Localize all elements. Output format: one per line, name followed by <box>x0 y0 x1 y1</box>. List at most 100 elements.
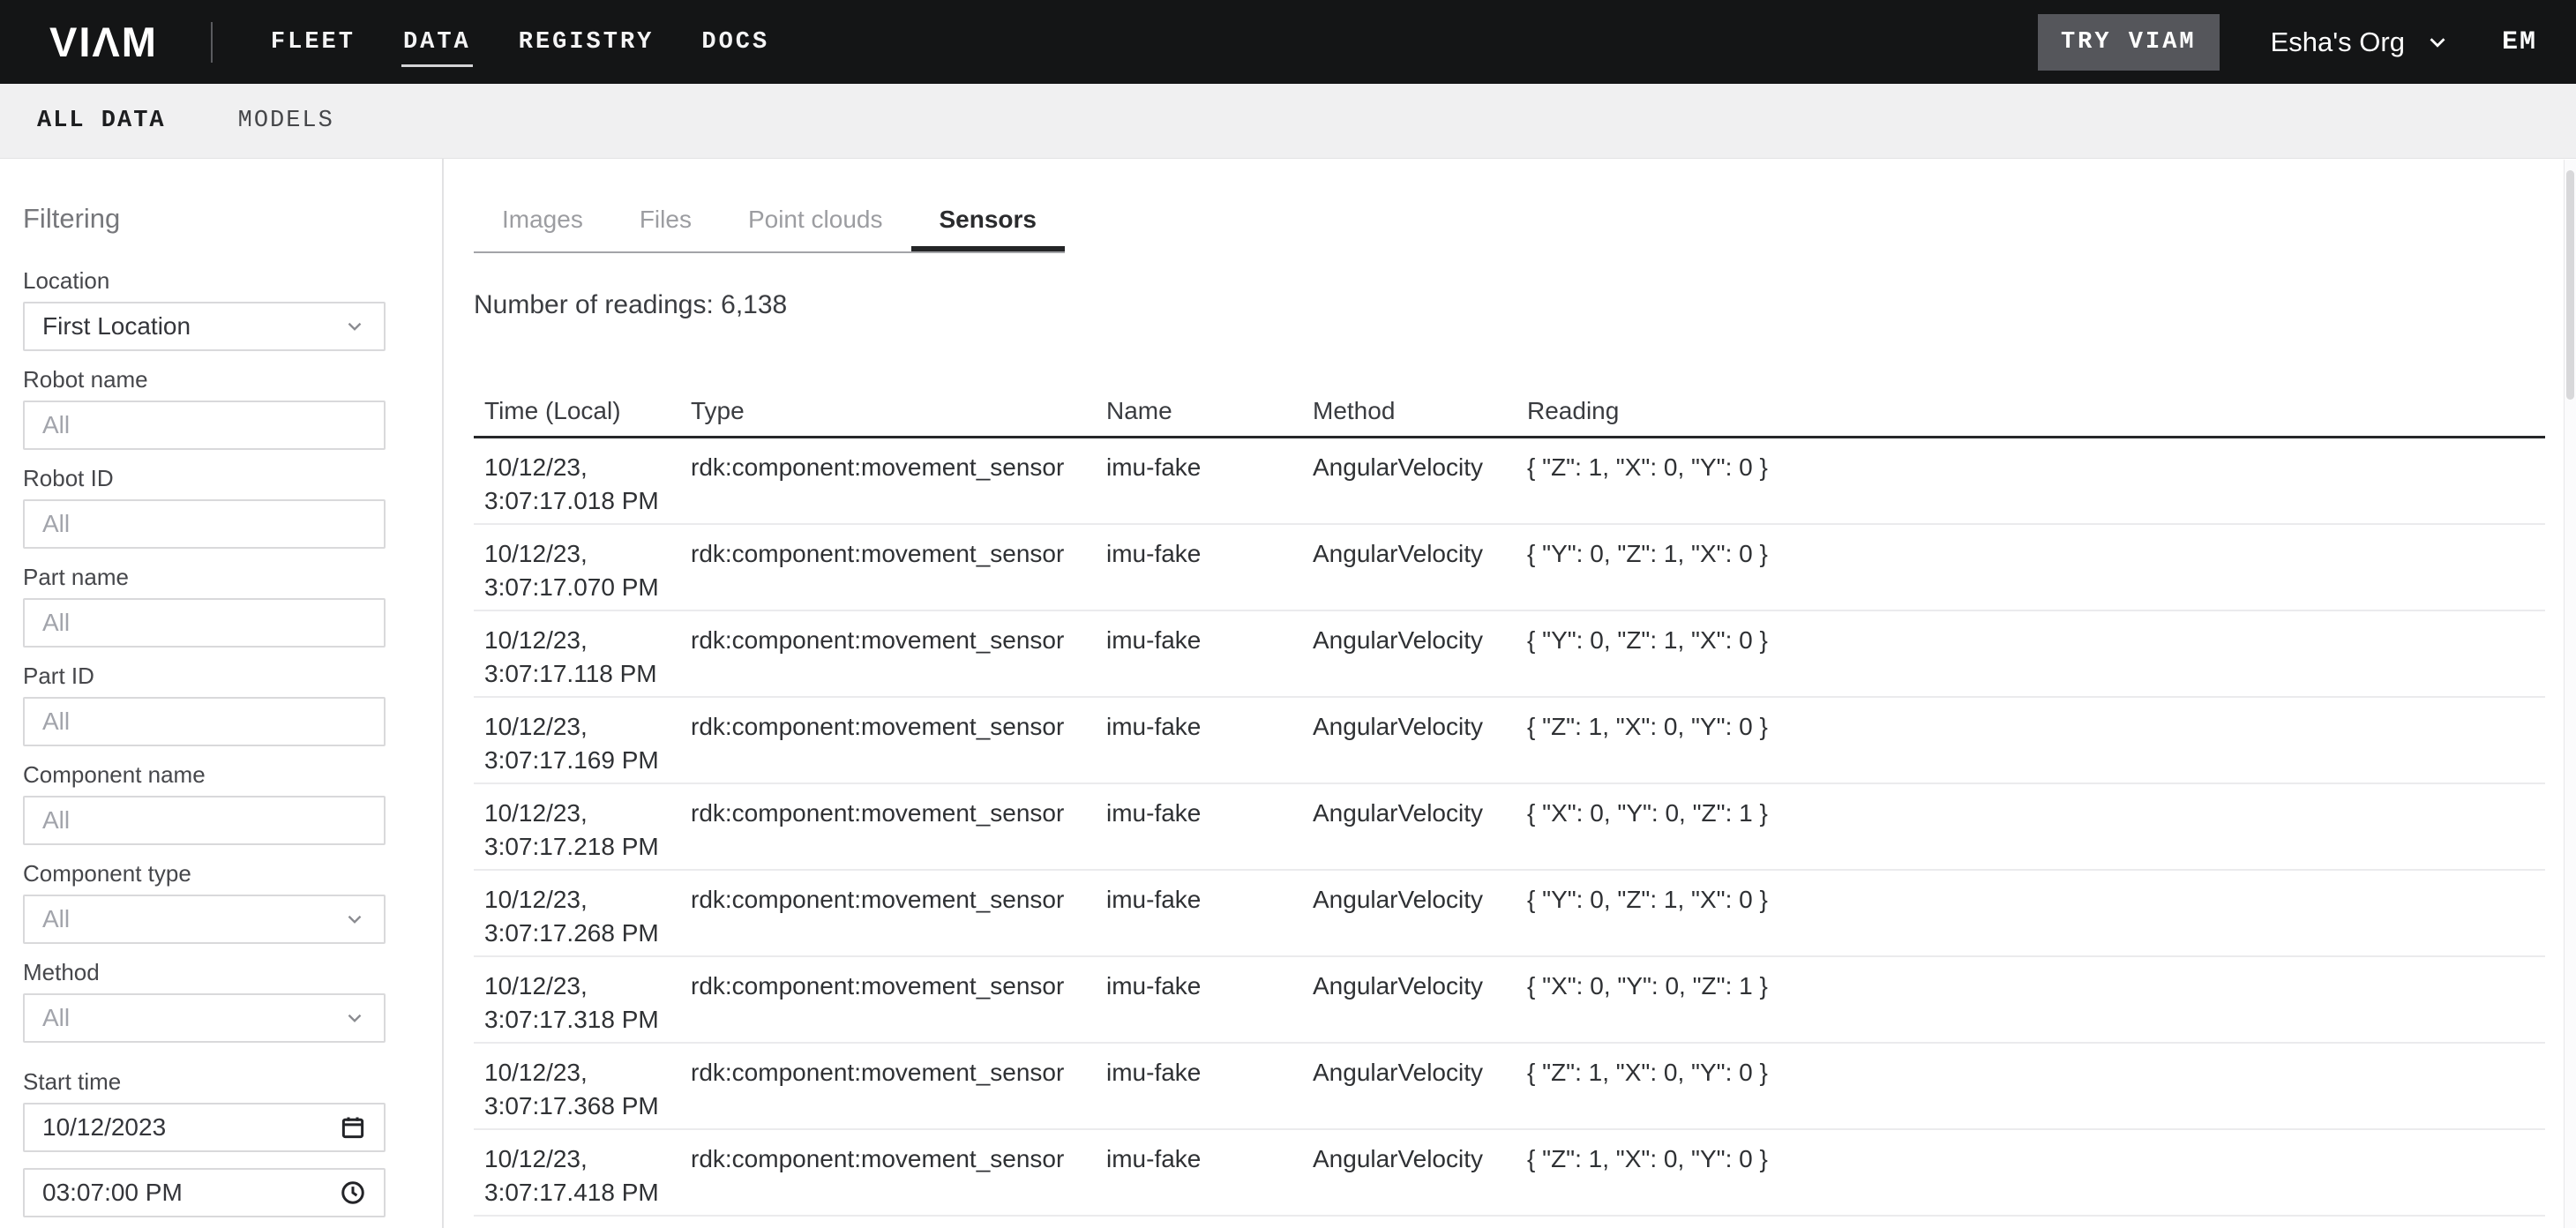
robot-name-label: Robot name <box>23 367 442 392</box>
nav-divider <box>211 22 213 63</box>
nav-item-fleet[interactable]: FLEET <box>271 0 356 84</box>
page-body: Filtering Location First Location Robot … <box>0 159 2576 1228</box>
cell-time: 10/12/23,3:07:17.118 PM <box>474 624 691 691</box>
cell-method: AngularVelocity <box>1313 797 1527 830</box>
data-type-tabs: Images Files Point clouds Sensors <box>474 187 1065 253</box>
data-panel: Images Files Point clouds Sensors Number… <box>444 159 2576 1228</box>
cell-type: rdk:component:movement_sensor <box>691 451 1106 484</box>
robot-name-input[interactable] <box>23 401 386 450</box>
tab-images[interactable]: Images <box>474 187 611 251</box>
cell-time: 10/12/23,3:07:17.368 PM <box>474 1056 691 1123</box>
start-time-value: 03:07:00 PM <box>42 1179 340 1207</box>
top-nav: VIΛM FLEET DATA REGISTRY DOCS TRY VIAM E… <box>0 0 2576 84</box>
table-row: 10/12/23,3:07:17.018 PM rdk:component:mo… <box>474 438 2545 525</box>
nav-item-docs[interactable]: DOCS <box>701 0 769 84</box>
table-row: 10/12/23,3:07:17.418 PM rdk:component:mo… <box>474 1130 2545 1217</box>
user-avatar[interactable]: EM <box>2502 27 2537 57</box>
viam-logo[interactable]: VIΛM <box>49 18 158 66</box>
cell-reading: { "Z": 1, "X": 0, "Y": 0 } <box>1527 1056 2545 1089</box>
tab-all-data[interactable]: ALL DATA <box>37 108 166 134</box>
cell-reading: { "X": 0, "Y": 0, "Z": 1 } <box>1527 970 2545 1003</box>
cell-name: imu-fake <box>1106 797 1313 830</box>
chevron-down-icon <box>2424 29 2451 56</box>
cell-method: AngularVelocity <box>1313 1142 1527 1176</box>
cell-reading: { "Z": 1, "X": 0, "Y": 0 } <box>1527 1142 2545 1176</box>
col-header-reading: Reading <box>1527 397 2545 425</box>
cell-reading: { "Y": 0, "Z": 1, "X": 0 } <box>1527 537 2545 571</box>
chevron-down-icon <box>343 1007 366 1030</box>
start-date-input[interactable]: 10/12/2023 <box>23 1103 386 1152</box>
scrollbar-thumb[interactable] <box>2566 170 2574 400</box>
cell-type: rdk:component:movement_sensor <box>691 883 1106 917</box>
scrollbar-track[interactable] <box>2564 160 2576 1228</box>
robot-id-input[interactable] <box>23 499 386 549</box>
try-viam-button[interactable]: TRY VIAM <box>2038 14 2220 71</box>
location-select-value: First Location <box>42 312 343 341</box>
location-select[interactable]: First Location <box>23 302 386 351</box>
cell-method: AngularVelocity <box>1313 883 1527 917</box>
primary-nav: FLEET DATA REGISTRY DOCS <box>271 0 769 84</box>
nav-item-data[interactable]: DATA <box>403 0 471 84</box>
start-date-value: 10/12/2023 <box>42 1113 340 1142</box>
cell-name: imu-fake <box>1106 451 1313 484</box>
start-time-label: Start time <box>23 1069 442 1094</box>
component-type-select[interactable]: All <box>23 895 386 944</box>
table-header-row: Time (Local) Type Name Method Reading <box>474 386 2545 438</box>
col-header-type: Type <box>691 397 1106 425</box>
cell-reading: { "X": 0, "Y": 0, "Z": 1 } <box>1527 797 2545 830</box>
cell-method: AngularVelocity <box>1313 537 1527 571</box>
robot-id-label: Robot ID <box>23 466 442 490</box>
nav-item-registry[interactable]: REGISTRY <box>519 0 655 84</box>
tab-files[interactable]: Files <box>611 187 720 251</box>
cell-type: rdk:component:movement_sensor <box>691 537 1106 571</box>
location-label: Location <box>23 268 442 293</box>
start-time-input[interactable]: 03:07:00 PM <box>23 1168 386 1217</box>
table-row: 10/12/23,3:07:17.368 PM rdk:component:mo… <box>474 1044 2545 1130</box>
tab-models[interactable]: MODELS <box>238 108 334 134</box>
cell-name: imu-fake <box>1106 624 1313 657</box>
table-row: 10/12/23,3:07:17.118 PM rdk:component:mo… <box>474 611 2545 698</box>
cell-method: AngularVelocity <box>1313 624 1527 657</box>
component-name-label: Component name <box>23 762 442 787</box>
part-id-input[interactable] <box>23 697 386 746</box>
method-select-value: All <box>42 1004 343 1032</box>
table-row: 10/12/23,3:07:17.070 PM rdk:component:mo… <box>474 525 2545 611</box>
cell-name: imu-fake <box>1106 537 1313 571</box>
cell-name: imu-fake <box>1106 883 1313 917</box>
cell-time: 10/12/23,3:07:17.169 PM <box>474 710 691 777</box>
cell-name: imu-fake <box>1106 1056 1313 1089</box>
cell-time: 10/12/23,3:07:17.418 PM <box>474 1142 691 1209</box>
table-row: 10/12/23,3:07:17.268 PM rdk:component:mo… <box>474 871 2545 957</box>
cell-time: 10/12/23,3:07:17.018 PM <box>474 451 691 518</box>
col-header-time: Time (Local) <box>474 397 691 425</box>
cell-type: rdk:component:movement_sensor <box>691 710 1106 744</box>
cell-time: 10/12/23,3:07:17.070 PM <box>474 537 691 604</box>
part-name-input[interactable] <box>23 598 386 648</box>
org-switcher[interactable]: Esha's Org <box>2271 26 2451 58</box>
component-type-select-value: All <box>42 905 343 933</box>
readings-count: Number of readings: 6,138 <box>474 290 2547 320</box>
method-select[interactable]: All <box>23 993 386 1043</box>
tab-point-clouds[interactable]: Point clouds <box>720 187 911 251</box>
filtering-title: Filtering <box>23 205 442 233</box>
cell-name: imu-fake <box>1106 1142 1313 1176</box>
filter-sidebar: Filtering Location First Location Robot … <box>0 159 444 1228</box>
part-id-label: Part ID <box>23 663 442 688</box>
cell-time: 10/12/23,3:07:17.218 PM <box>474 797 691 864</box>
component-type-label: Component type <box>23 861 442 886</box>
table-row: 10/12/23,3:07:17.218 PM rdk:component:mo… <box>474 784 2545 871</box>
part-name-label: Part name <box>23 565 442 589</box>
cell-time: 10/12/23,3:07:17.318 PM <box>474 970 691 1037</box>
component-name-input[interactable] <box>23 796 386 845</box>
chevron-down-icon <box>343 908 366 931</box>
cell-method: AngularVelocity <box>1313 970 1527 1003</box>
cell-method: AngularVelocity <box>1313 451 1527 484</box>
cell-method: AngularVelocity <box>1313 1056 1527 1089</box>
method-label: Method <box>23 960 442 985</box>
sub-nav: ALL DATA MODELS <box>0 84 2576 159</box>
chevron-down-icon <box>343 315 366 338</box>
calendar-icon <box>340 1114 366 1141</box>
tab-sensors[interactable]: Sensors <box>911 187 1066 251</box>
cell-method: AngularVelocity <box>1313 710 1527 744</box>
cell-type: rdk:component:movement_sensor <box>691 970 1106 1003</box>
